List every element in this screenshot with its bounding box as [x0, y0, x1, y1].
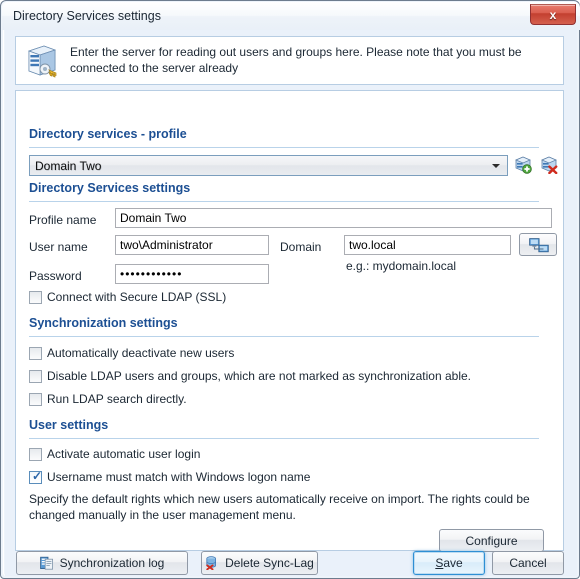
cancel-button-label: Cancel	[509, 556, 547, 570]
user-section-rule	[29, 438, 539, 439]
network-computers-icon	[529, 238, 549, 253]
delete-database-icon	[206, 556, 217, 570]
banner-text: Enter the server for reading out users a…	[70, 45, 522, 75]
settings-section-rule	[29, 201, 539, 202]
sync-checkbox-row-2[interactable]: Run LDAP search directly.	[29, 392, 259, 408]
profile-section-heading: Directory services - profile	[29, 127, 187, 141]
rights-note: Specify the default rights which new use…	[29, 492, 530, 522]
dialog-window: Directory Services settings x Enter the …	[0, 0, 580, 579]
sync-section-heading: Synchronization settings	[29, 316, 178, 330]
ssl-checkbox-label: Connect with Secure LDAP (SSL)	[47, 290, 227, 304]
save-button-label: ave	[443, 556, 463, 570]
user-checkbox-row-1[interactable]: ✓ Username must match with Windows logon…	[29, 470, 359, 486]
ssl-checkbox-row[interactable]: Connect with Secure LDAP (SSL)	[29, 290, 229, 306]
delete-sync-lag-button[interactable]: Delete Sync-Lag	[201, 551, 318, 575]
domain-label: Domain	[280, 240, 322, 254]
run-ldap-search-checkbox[interactable]	[29, 393, 42, 406]
auto-deactivate-checkbox[interactable]	[29, 347, 42, 360]
footer-bar: Synchronization log Delete Sync-Lag Save…	[5, 551, 577, 576]
user-name-label: User name	[29, 240, 88, 254]
synchronization-log-label: Synchronization log	[59, 556, 165, 570]
main-panel: Directory services - profile Domain Two	[15, 90, 564, 552]
info-banner: Enter the server for reading out users a…	[15, 36, 564, 85]
configure-button[interactable]: Configure	[439, 529, 544, 552]
title-bar: Directory Services settings x	[2, 2, 580, 30]
auto-deactivate-label: Automatically deactivate new users	[47, 346, 235, 360]
run-ldap-search-label: Run LDAP search directly.	[47, 392, 187, 406]
user-name-input[interactable]	[115, 235, 269, 255]
configure-button-label: Configure	[465, 533, 518, 548]
domain-browse-button[interactable]	[519, 233, 557, 256]
username-match-label: Username must match with Windows logon n…	[47, 470, 311, 484]
close-icon: x	[549, 7, 557, 22]
settings-section-heading: Directory Services settings	[29, 181, 191, 195]
profile-combobox[interactable]: Domain Two	[29, 155, 508, 176]
disable-ldap-checkbox[interactable]	[29, 370, 42, 383]
close-button[interactable]: x	[530, 4, 576, 25]
chevron-down-icon	[492, 164, 500, 168]
cancel-button[interactable]: Cancel	[492, 551, 564, 575]
delete-server-icon[interactable]	[540, 156, 558, 174]
username-match-checkbox[interactable]: ✓	[29, 469, 43, 484]
ssl-checkbox[interactable]	[29, 291, 42, 304]
user-checkbox-row-0[interactable]: Activate automatic user login	[29, 447, 289, 463]
sync-checkbox-row-1[interactable]: Disable LDAP users and groups, which are…	[29, 369, 471, 385]
profile-name-label: Profile name	[29, 213, 97, 227]
server-key-icon	[27, 45, 57, 78]
sync-checkbox-row-0[interactable]: Automatically deactivate new users	[29, 346, 329, 362]
dialog-content: Enter the server for reading out users a…	[5, 30, 577, 576]
password-input[interactable]	[115, 264, 269, 284]
check-icon: ✓	[32, 469, 43, 483]
profile-combobox-value: Domain Two	[35, 159, 102, 173]
synchronization-log-button[interactable]: Synchronization log	[16, 551, 188, 575]
disable-ldap-label: Disable LDAP users and groups, which are…	[47, 369, 472, 383]
auto-login-checkbox[interactable]	[29, 448, 42, 461]
add-server-icon[interactable]	[514, 156, 532, 174]
sync-section-rule	[29, 336, 539, 337]
domain-hint: e.g.: mydomain.local	[346, 259, 457, 273]
log-book-icon	[39, 556, 53, 570]
domain-input[interactable]	[344, 235, 511, 255]
password-label: Password	[29, 269, 82, 283]
profile-name-input[interactable]	[115, 208, 552, 228]
profile-section-rule	[29, 147, 539, 148]
user-section-heading: User settings	[29, 418, 109, 432]
auto-login-label: Activate automatic user login	[47, 447, 201, 461]
delete-sync-lag-label: Delete Sync-Lag	[225, 556, 314, 570]
window-title: Directory Services settings	[13, 9, 161, 23]
save-button[interactable]: Save	[413, 551, 485, 575]
